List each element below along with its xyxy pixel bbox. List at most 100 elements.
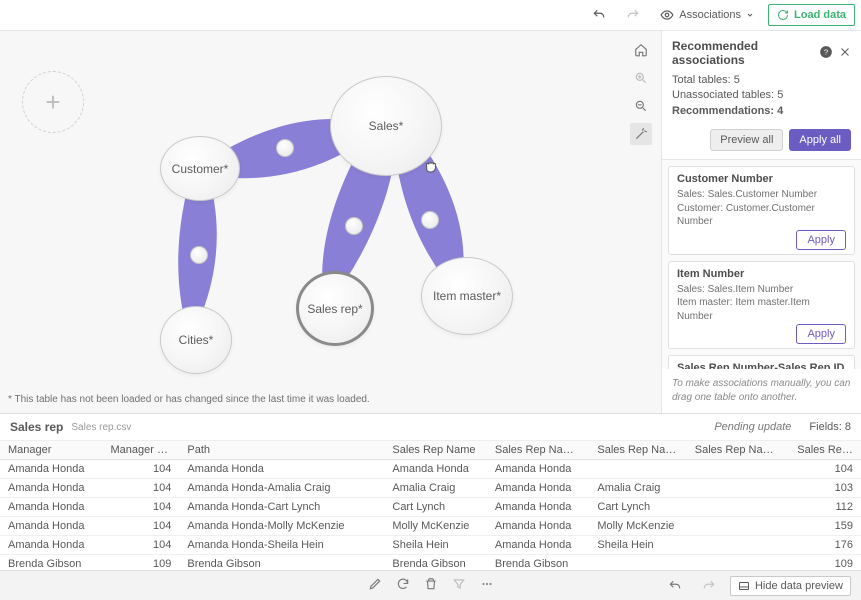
table-cell: Cart Lynch: [589, 498, 686, 517]
column-header[interactable]: Sales Rep Name: [384, 441, 487, 460]
top-toolbar: Associations Load data: [0, 0, 861, 31]
column-header[interactable]: Manager Nu…: [103, 441, 180, 460]
table-cell: [589, 555, 686, 571]
table-cell: Sheila Hein: [589, 536, 686, 555]
reload-button[interactable]: [396, 577, 410, 594]
undo-button[interactable]: [586, 5, 612, 25]
recommendation-card[interactable]: Customer Number Sales: Sales.Customer Nu…: [668, 166, 855, 255]
table-cell: [687, 498, 790, 517]
column-header[interactable]: Sales Rep Name1: [487, 441, 590, 460]
recommendation-card[interactable]: Item Number Sales: Sales.Item Number Ite…: [668, 261, 855, 350]
table-bubble-customer[interactable]: Customer*: [160, 136, 240, 201]
svg-text:?: ?: [824, 47, 828, 56]
panel-icon: [738, 580, 750, 592]
table-row[interactable]: Amanda Honda104Amanda HondaAmanda HondaA…: [0, 460, 861, 479]
zoom-in-button[interactable]: [630, 67, 652, 89]
hide-preview-label: Hide data preview: [755, 580, 843, 592]
table-row[interactable]: Amanda Honda104Amanda Honda-Molly McKenz…: [0, 517, 861, 536]
card-title: Customer Number: [677, 173, 846, 185]
chevron-down-icon: [746, 11, 754, 19]
column-header[interactable]: Sales Rep Name3: [687, 441, 790, 460]
preview-file-name: Sales rep.csv: [71, 422, 131, 433]
edge-node[interactable]: [190, 246, 208, 264]
stat-value: 5: [777, 89, 783, 101]
delete-button[interactable]: [424, 577, 438, 594]
view-select-label: Associations: [679, 9, 741, 21]
associations-canvas[interactable]: Customer* Sales* Cities* Sales rep* Item…: [0, 31, 661, 413]
preview-grid[interactable]: ManagerManager Nu…PathSales Rep NameSale…: [0, 440, 861, 570]
recommendations-panel: Recommended associations ? Total tables:…: [661, 31, 861, 413]
view-select[interactable]: Associations: [654, 5, 760, 25]
table-row[interactable]: Amanda Honda104Amanda Honda-Cart LynchCa…: [0, 498, 861, 517]
main-area: Customer* Sales* Cities* Sales rep* Item…: [0, 31, 861, 413]
table-cell: 104: [103, 517, 180, 536]
grab-cursor-icon: [422, 157, 440, 175]
undo-preview-button[interactable]: [662, 576, 688, 596]
column-header[interactable]: Manager: [0, 441, 103, 460]
table-cell: Brenda Gibson: [384, 555, 487, 571]
preview-all-button[interactable]: Preview all: [710, 129, 783, 151]
stat-label: Recommendations:: [672, 105, 774, 117]
refresh-icon: [396, 577, 410, 591]
redo-preview-button[interactable]: [696, 576, 722, 596]
table-body: Amanda Honda104Amanda HondaAmanda HondaA…: [0, 460, 861, 571]
apply-button[interactable]: Apply: [796, 230, 846, 250]
hide-preview-button[interactable]: Hide data preview: [730, 576, 851, 596]
trash-icon: [424, 577, 438, 591]
add-table-placeholder[interactable]: +: [22, 71, 84, 133]
home-view-button[interactable]: [630, 39, 652, 61]
close-icon: [839, 46, 851, 58]
table-cell: Amanda Honda: [487, 536, 590, 555]
table-cell: 176: [789, 536, 861, 555]
close-panel-button[interactable]: [839, 46, 851, 61]
preview-table-name: Sales rep: [10, 420, 63, 434]
card-line: Sales: Sales.Customer Number: [677, 188, 846, 202]
table-cell: Amanda Honda: [487, 517, 590, 536]
stat-label: Total tables:: [672, 74, 731, 86]
recommendation-card[interactable]: Sales Rep Number-Sales Rep ID Sales: Sal…: [668, 355, 855, 369]
zoom-out-button[interactable]: [630, 95, 652, 117]
card-line: Sales: Sales.Item Number: [677, 283, 846, 297]
apply-button[interactable]: Apply: [796, 324, 846, 344]
help-button[interactable]: ?: [819, 45, 833, 62]
edge-node[interactable]: [345, 217, 363, 235]
table-cell: 109: [789, 555, 861, 571]
table-row[interactable]: Amanda Honda104Amanda Honda-Amalia Craig…: [0, 479, 861, 498]
load-data-label: Load data: [794, 9, 846, 21]
table-row[interactable]: Amanda Honda104Amanda Honda-Sheila HeinS…: [0, 536, 861, 555]
panel-stats: Total tables: 5 Unassociated tables: 5 R…: [662, 73, 861, 125]
table-cell: Amanda Honda: [0, 460, 103, 479]
table-cell: 104: [103, 498, 180, 517]
edge-node[interactable]: [276, 139, 294, 157]
filter-off-icon: [452, 577, 466, 591]
redo-button[interactable]: [620, 5, 646, 25]
apply-all-button[interactable]: Apply all: [789, 129, 851, 151]
column-header[interactable]: Path: [179, 441, 384, 460]
card-title: Item Number: [677, 268, 846, 280]
column-header[interactable]: Sales Rep Name2: [589, 441, 686, 460]
edge-node[interactable]: [421, 211, 439, 229]
recommendation-list[interactable]: Customer Number Sales: Sales.Customer Nu…: [662, 159, 861, 369]
table-cell: Amalia Craig: [589, 479, 686, 498]
table-bubble-cities[interactable]: Cities*: [160, 306, 232, 374]
zoom-in-icon: [634, 71, 648, 85]
table-cell: Cart Lynch: [384, 498, 487, 517]
magic-wand-icon: [634, 127, 648, 141]
table-cell: Amanda Honda-Cart Lynch: [179, 498, 384, 517]
graph-edges: [0, 31, 660, 413]
load-data-button[interactable]: Load data: [768, 4, 855, 26]
help-icon: ?: [819, 45, 833, 59]
table-cell: Amanda Honda: [0, 536, 103, 555]
table-cell: Brenda Gibson: [487, 555, 590, 571]
filter-clear-button[interactable]: [452, 577, 466, 594]
table-cell: [687, 555, 790, 571]
more-button[interactable]: [480, 577, 494, 594]
table-bubble-itemmaster[interactable]: Item master*: [421, 257, 513, 335]
column-header[interactable]: Sales Rep ID: [789, 441, 861, 460]
table-cell: Amanda Honda: [179, 460, 384, 479]
table-row[interactable]: Brenda Gibson109Brenda GibsonBrenda Gibs…: [0, 555, 861, 571]
table-bubble-salesrep[interactable]: Sales rep*: [296, 271, 374, 346]
magic-wand-button[interactable]: [630, 123, 652, 145]
edit-button[interactable]: [368, 577, 382, 594]
table-cell: Amanda Honda: [0, 498, 103, 517]
